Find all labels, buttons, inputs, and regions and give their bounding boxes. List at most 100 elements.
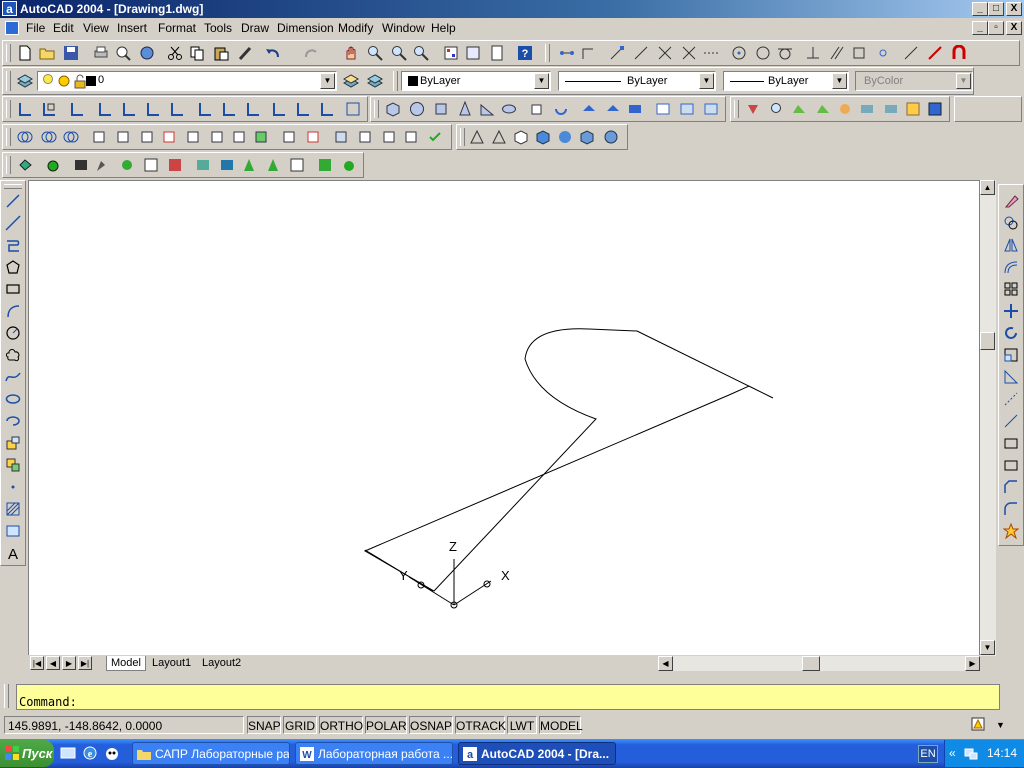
paste-icon[interactable] [213,45,229,61]
menu-help[interactable]: Help [431,21,456,35]
render-preferences-icon[interactable] [317,157,333,173]
apply-ucs-icon[interactable] [345,101,361,117]
break-icon[interactable] [1003,457,1019,473]
scenes-icon[interactable] [791,101,807,117]
offset-icon[interactable] [1003,259,1019,275]
ucs-3point-icon[interactable] [221,101,237,117]
snap-node-icon[interactable] [875,45,891,61]
cut-icon[interactable] [167,45,183,61]
circle-icon[interactable] [5,325,21,341]
landscape-new-icon[interactable] [241,157,257,173]
point-icon[interactable] [5,479,21,495]
zoom-window-icon[interactable] [391,45,407,61]
zoom-previous-icon[interactable] [413,45,429,61]
2d-wireframe-icon[interactable] [469,129,485,145]
redo-icon[interactable] [303,45,319,61]
revision-cloud-icon[interactable] [5,347,21,363]
materials-library-icon[interactable] [859,101,875,117]
model-toggle[interactable]: MODEL [539,716,583,734]
menu-window[interactable]: Window [382,21,425,35]
3d-wireframe-icon[interactable] [491,129,507,145]
background-icon[interactable] [905,101,921,117]
ucs-z-icon[interactable] [319,101,335,117]
offset-faces-icon[interactable] [139,129,155,145]
ortho-toggle[interactable]: ORTHO [319,716,363,734]
extrude-icon[interactable] [529,101,545,117]
mapping-icon[interactable] [883,101,899,117]
ucs-object-icon[interactable] [121,101,137,117]
menu-file[interactable]: File [26,21,45,35]
hide-icon[interactable] [745,101,761,117]
fog-icon[interactable] [927,101,943,117]
insert-block-icon[interactable] [5,435,21,451]
snap-parallel-icon[interactable] [829,45,845,61]
toolbar-grip[interactable] [734,100,739,118]
scene-icon[interactable] [73,157,89,173]
menu-dimension[interactable]: Dimension [277,21,334,35]
stretch-icon[interactable] [1003,369,1019,385]
osnap-settings-icon[interactable] [951,45,967,61]
taper-faces-icon[interactable] [209,129,225,145]
snap-toggle[interactable]: SNAP [247,716,281,734]
snap-endpoint-icon[interactable] [609,45,625,61]
landscape-edit-icon[interactable] [265,157,281,173]
lights-icon-2[interactable] [95,157,111,173]
teapot-icon[interactable] [17,157,33,173]
menu-tools[interactable]: Tools [204,21,232,35]
lights-icon[interactable] [815,101,831,117]
snap-extension-icon[interactable] [703,45,719,61]
hatch-icon[interactable] [5,501,21,517]
panda-icon[interactable] [104,745,120,761]
delete-faces-icon[interactable] [161,129,177,145]
lineweight-dropdown-arrow[interactable]: ▼ [832,73,847,89]
ucs-origin-icon[interactable] [169,101,185,117]
color-dropdown[interactable]: ByLayer ▼ [401,71,551,91]
gouraud-shaded-icon[interactable] [557,129,573,145]
make-layer-current-icon[interactable] [343,73,359,89]
ellipse-icon[interactable] [5,391,21,407]
color-dropdown-arrow[interactable]: ▼ [534,73,549,89]
publish-icon[interactable] [139,45,155,61]
ucs-y-icon[interactable] [295,101,311,117]
minimize-button[interactable]: _ [972,2,988,16]
color-edges-icon[interactable] [305,129,321,145]
statistics-icon[interactable] [341,157,357,173]
box-icon[interactable] [385,101,401,117]
status-menu-arrow[interactable]: ▼ [996,720,1005,730]
osnap-toggle[interactable]: OSNAP [409,716,453,734]
snap-quadrant-icon[interactable] [755,45,771,61]
torus-icon[interactable] [501,101,517,117]
extend-icon[interactable] [1003,413,1019,429]
copy-icon[interactable] [189,45,205,61]
materials-icon[interactable] [837,101,853,117]
snap-from-icon[interactable] [581,45,597,61]
toolbar-grip[interactable] [545,44,550,62]
clean-icon[interactable] [357,129,373,145]
move-faces-icon[interactable] [115,129,131,145]
lwt-toggle[interactable]: LWT [507,716,537,734]
erase-icon[interactable] [1003,193,1019,209]
menu-draw[interactable]: Draw [241,21,269,35]
multiline-text-icon[interactable]: A [5,545,21,561]
snap-midpoint-icon[interactable] [633,45,649,61]
tool-palettes-icon[interactable] [489,45,505,61]
undo-icon[interactable] [265,45,281,61]
properties-icon[interactable] [443,45,459,61]
plot-preview-icon[interactable] [115,45,131,61]
rectangle-icon[interactable] [5,281,21,297]
snap-perpendicular-icon[interactable] [805,45,821,61]
toolbar-grip[interactable] [6,71,11,91]
menu-insert[interactable]: Insert [117,21,147,35]
intersect-icon[interactable] [63,129,79,145]
prev-tab-button[interactable]: ◀ [46,656,60,670]
snap-none-icon[interactable] [927,45,943,61]
snap-intersection-icon[interactable] [657,45,673,61]
drawn-polyline-shape[interactable] [363,328,774,592]
task-sapr-folder[interactable]: САПР Лабораторные ра... [132,742,290,765]
separate-icon[interactable] [381,129,397,145]
revolve-icon[interactable] [553,101,569,117]
language-indicator[interactable]: EN [918,745,938,763]
tab-model[interactable]: Model [106,656,146,671]
drawing-canvas[interactable]: Z Y X [28,180,980,656]
match-properties-icon[interactable] [237,45,253,61]
